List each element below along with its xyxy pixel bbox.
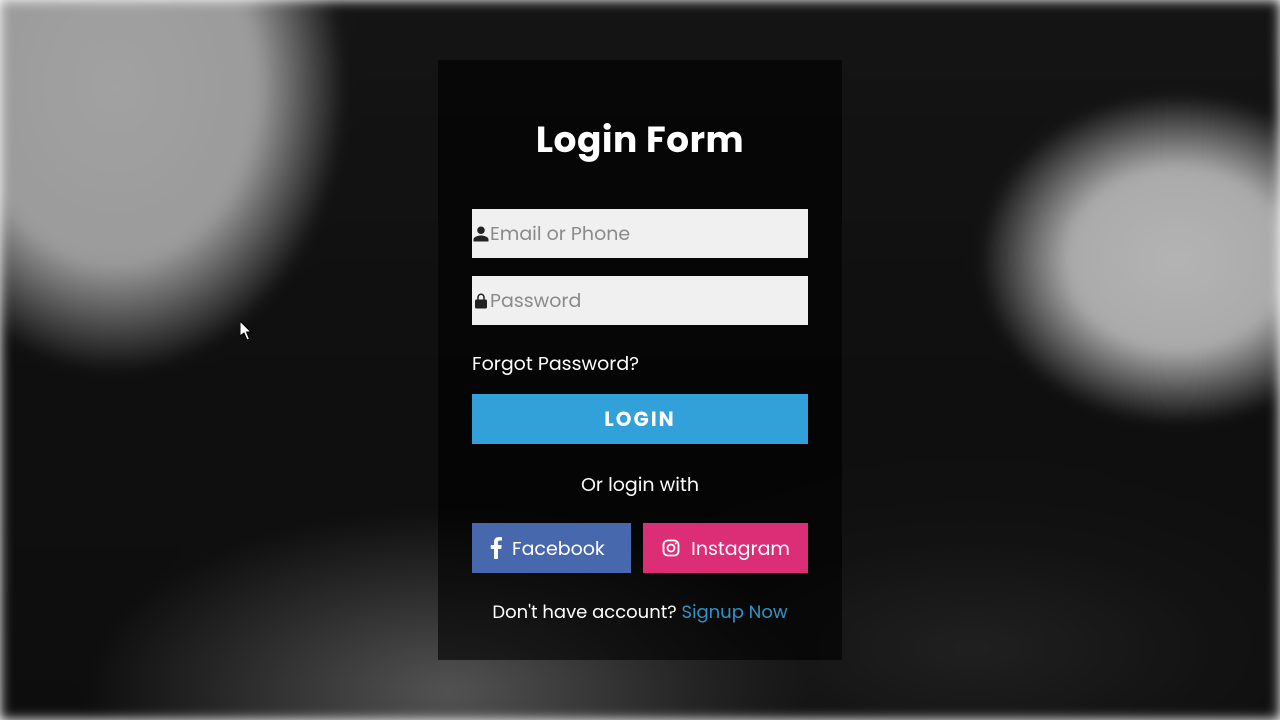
email-input[interactable]: [490, 209, 867, 258]
user-icon: [472, 225, 490, 243]
instagram-button[interactable]: Instagram: [643, 523, 808, 573]
signup-row: Don't have account? Signup Now: [472, 599, 808, 626]
facebook-button[interactable]: Facebook: [472, 523, 631, 573]
signup-prompt: Don't have account?: [492, 600, 681, 625]
forgot-password-link[interactable]: Forgot Password?: [472, 349, 639, 378]
instagram-icon: [661, 538, 681, 558]
login-card: Login Form Forgot Password? LOGIN Or log…: [438, 60, 842, 660]
signup-link[interactable]: Signup Now: [682, 600, 788, 625]
page-title: Login Form: [472, 112, 808, 167]
lock-icon: [472, 292, 490, 310]
password-field-wrapper: [472, 276, 808, 325]
instagram-label: Instagram: [691, 534, 790, 563]
facebook-label: Facebook: [512, 534, 605, 563]
login-button[interactable]: LOGIN: [472, 394, 808, 444]
stage: Login Form Forgot Password? LOGIN Or log…: [0, 0, 1280, 720]
facebook-icon: [490, 537, 502, 559]
or-login-with-label: Or login with: [472, 470, 808, 499]
password-input[interactable]: [490, 276, 867, 325]
email-field-wrapper: [472, 209, 808, 258]
social-buttons-row: Facebook Instagram: [472, 523, 808, 573]
